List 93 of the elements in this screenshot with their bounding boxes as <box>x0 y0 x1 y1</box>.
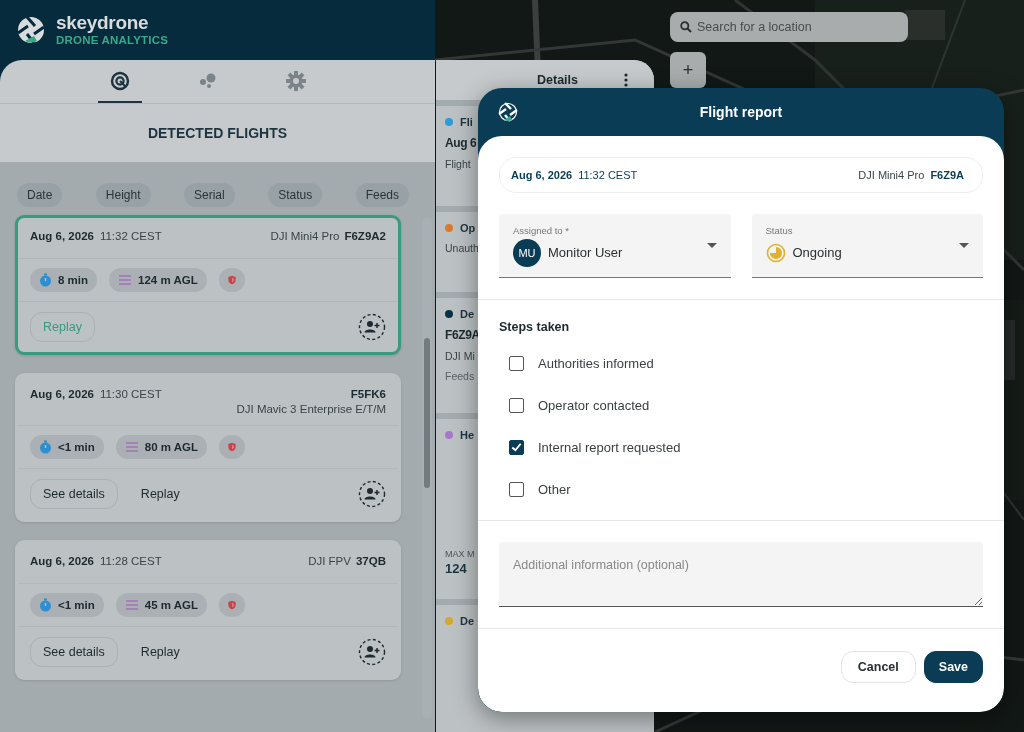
shield-icon <box>228 598 237 612</box>
drone-model: DJI Mini4 Pro <box>270 230 340 242</box>
sort-chip[interactable]: Feeds <box>355 183 409 207</box>
detail-text: Aug 6 <box>445 136 477 150</box>
checkbox[interactable] <box>509 481 524 497</box>
stopwatch-icon <box>39 273 52 287</box>
notes-field[interactable]: Additional information (optional) <box>499 542 983 607</box>
brand-name: skeydrone <box>56 13 150 33</box>
status-select[interactable]: Status Ongoing <box>751 214 983 278</box>
detail-text: Feeds <box>445 370 475 382</box>
section-heading: Fli <box>460 116 473 128</box>
sort-chip[interactable]: Serial <box>184 183 235 207</box>
sort-chip[interactable]: Height <box>95 183 151 207</box>
assign-user-button[interactable] <box>358 480 386 508</box>
drone-model: DJI FPV <box>308 555 351 567</box>
card-button[interactable]: See details <box>30 479 118 509</box>
save-button[interactable]: Save <box>923 651 983 683</box>
search-icon <box>680 21 692 33</box>
scrollbar[interactable] <box>422 218 432 718</box>
half-circle-icon <box>765 242 786 263</box>
assignee-select[interactable]: Assigned to * MU Monitor User <box>499 214 731 278</box>
height-chip: 124 m AGL <box>109 268 207 292</box>
flight-time: 11:30 CEST <box>99 388 162 400</box>
target-icon <box>109 70 130 91</box>
user-plus-icon <box>358 638 386 666</box>
flight-time: 11:32 CEST <box>99 230 162 242</box>
caret-icon <box>959 243 969 248</box>
flight-date: Aug 6, 2026 <box>30 388 94 400</box>
drone-model: DJI Mini4 Pro <box>858 169 925 181</box>
checkbox[interactable] <box>509 355 524 371</box>
card-button[interactable]: Replay <box>135 637 185 667</box>
lines-icon <box>118 274 133 286</box>
flight-time: 11:28 CEST <box>99 555 162 567</box>
checkbox-label: Operator contacted <box>538 397 650 413</box>
height-chip: 80 m AGL <box>115 435 208 459</box>
detail-text: MAX M <box>445 549 475 559</box>
drone-serial: F5FK6 <box>350 388 386 400</box>
section-title: Steps taken <box>499 320 571 334</box>
card-button[interactable]: See details <box>30 637 118 667</box>
drone-serial: 37QB <box>355 555 386 567</box>
cancel-button[interactable]: Cancel <box>840 651 916 683</box>
drone-serial: F6Z9A <box>930 169 964 181</box>
duration-chip: <1 min <box>30 435 104 459</box>
caret-icon <box>706 243 717 248</box>
detail-text: DJI Mi <box>445 350 475 362</box>
detail-text: Flight <box>445 158 471 170</box>
flight-card[interactable]: Aug 6, 2026 11:28 CEST DJI FPV 37QB <1 min 45 m AGL See details Replay <box>15 540 401 680</box>
section-heading: De <box>460 615 475 627</box>
flight-date: Aug 6, 2026 <box>30 555 94 567</box>
checkbox-label: Other <box>538 481 571 497</box>
flight-date: Aug 6, 2026 <box>30 230 94 242</box>
logo-icon <box>16 15 46 45</box>
stopwatch-icon <box>39 598 52 612</box>
more-icon <box>624 73 628 87</box>
lines-icon <box>124 441 139 453</box>
user-plus-icon <box>358 313 386 341</box>
lines-icon <box>124 599 139 611</box>
checkbox-label: Internal report requested <box>538 439 681 455</box>
detail-text: Unauth <box>445 242 479 254</box>
brand-subtitle: DRONE ANALYTICS <box>56 35 169 47</box>
duration-chip: <1 min <box>30 593 104 617</box>
details-title: Details <box>537 73 578 87</box>
section-heading: Op <box>460 222 476 234</box>
panel-title: DETECTED FLIGHTS <box>147 125 288 141</box>
flight-card[interactable]: Aug 6, 2026 11:30 CEST F5FK6 DJI Mavic 3 Enterprise E/T/M <1 min 80 m AGL See details Replay <box>15 373 401 522</box>
card-button[interactable]: Replay <box>135 479 185 509</box>
drone-serial: F6Z9A2 <box>344 230 386 242</box>
assign-user-button[interactable] <box>358 313 386 341</box>
avatar: MU <box>513 238 541 267</box>
section-heading: De <box>460 308 475 320</box>
shield-icon <box>228 440 237 454</box>
flight-card[interactable]: Aug 6, 2026 11:32 CEST DJI Mini4 Pro F6Z9A2 8 min 124 m AGL Replay <box>15 215 401 355</box>
stopwatch-icon <box>39 440 52 454</box>
duration-chip: 8 min <box>30 268 98 292</box>
checkbox[interactable] <box>509 397 524 413</box>
flight-date: Aug 6, 2026 <box>511 169 573 181</box>
detail-text: 124 <box>445 561 467 576</box>
assign-user-button[interactable] <box>358 638 386 666</box>
logo-icon <box>498 102 518 122</box>
zoom-in-button[interactable]: + <box>670 52 706 88</box>
user-plus-icon <box>358 480 386 508</box>
shield-icon <box>227 273 236 287</box>
drone-model: DJI Mavic 3 Enterprise E/T/M <box>236 403 386 415</box>
dialog-title: Flight report <box>698 104 784 120</box>
flight-time: 11:32 CEST <box>578 169 638 181</box>
detail-text: F6Z9A <box>445 328 480 342</box>
search-field[interactable]: Search for a location <box>670 12 908 42</box>
section-heading: He <box>460 429 475 441</box>
sort-chip[interactable]: Status <box>268 183 323 207</box>
height-chip: 45 m AGL <box>115 593 208 617</box>
checkbox-label: Authorities informed <box>538 355 654 371</box>
sort-chip[interactable]: Date <box>17 183 63 207</box>
checkbox[interactable] <box>509 439 524 455</box>
